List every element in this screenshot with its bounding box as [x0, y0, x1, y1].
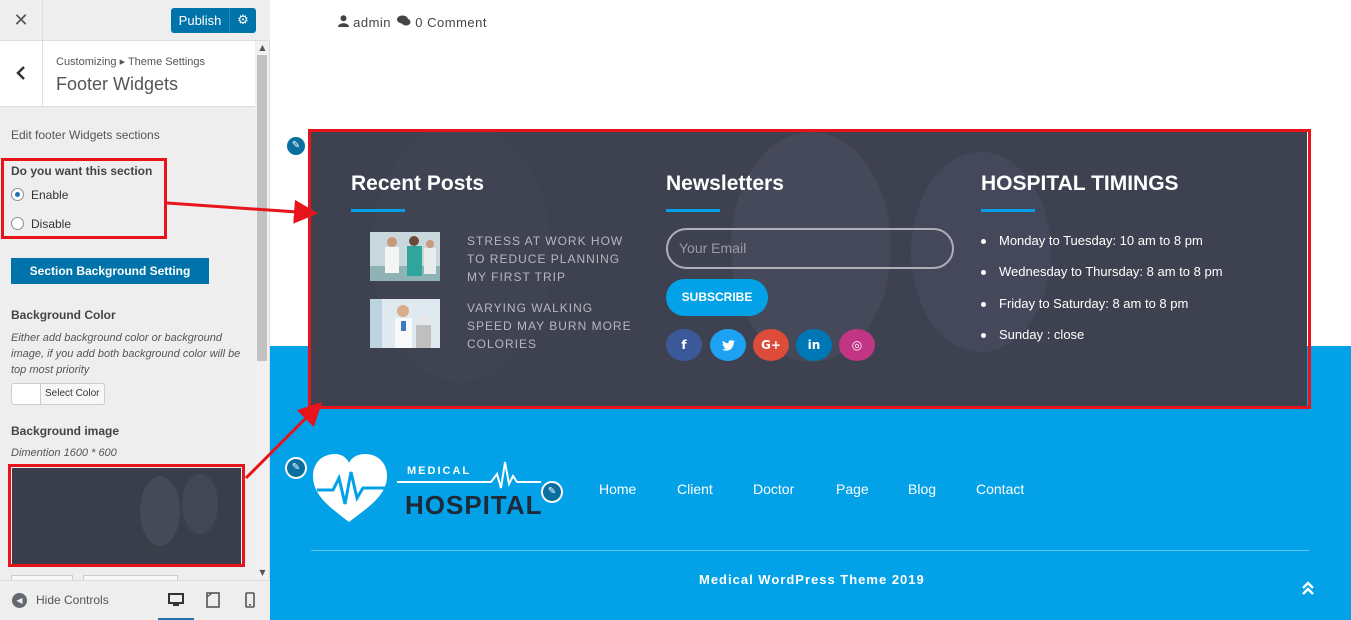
scroll-down-icon[interactable]: ▼: [256, 566, 269, 579]
nav-client[interactable]: Client: [677, 481, 713, 497]
customizer-sidebar: ✕ Publish ⚙ Customizing ▸ Theme Settings…: [0, 0, 270, 620]
scroll-up-icon[interactable]: ▲: [256, 41, 269, 54]
nav-page[interactable]: Page: [836, 481, 869, 497]
mobile-preview-icon[interactable]: [232, 581, 268, 620]
collapse-icon[interactable]: ◀: [12, 593, 27, 608]
logo-text-large: HOSPITAL: [405, 490, 543, 520]
select-color-label[interactable]: Select Color: [45, 388, 99, 399]
section-background-button[interactable]: Section Background Setting: [11, 258, 209, 284]
nav-contact[interactable]: Contact: [976, 481, 1024, 497]
section-description: Edit footer Widgets sections: [11, 128, 160, 142]
comments-link[interactable]: 0 Comment: [415, 15, 487, 30]
scroll-to-top-icon[interactable]: [1301, 580, 1315, 600]
sidebar-scrollbar[interactable]: ▲ ▼: [256, 41, 269, 579]
customizer-footer: ◀ Hide Controls: [0, 580, 270, 620]
nav-blog[interactable]: Blog: [908, 481, 936, 497]
site-logo[interactable]: MEDICAL HOSPITAL: [311, 454, 543, 526]
hide-controls-button[interactable]: Hide Controls: [36, 593, 109, 607]
highlight-box-radio: [1, 158, 167, 239]
background-color-title: Background Color: [11, 308, 116, 322]
scroll-thumb[interactable]: [257, 55, 267, 361]
edit-shortcut-icon[interactable]: ✎: [285, 457, 307, 479]
panel-header: Customizing ▸ Theme Settings Footer Widg…: [0, 41, 255, 107]
post-meta: admin 0 Comment: [338, 15, 487, 30]
user-icon: [338, 15, 349, 30]
breadcrumb: Customizing ▸ Theme Settings: [56, 56, 205, 68]
comments-icon: [397, 15, 411, 30]
customizer-topbar: ✕ Publish ⚙: [0, 0, 270, 41]
logo-text-small: MEDICAL: [407, 465, 472, 477]
tablet-preview-icon[interactable]: [195, 581, 231, 620]
desktop-preview-icon[interactable]: [158, 581, 194, 620]
highlight-box-image: [8, 464, 245, 567]
select-color-button[interactable]: Select Color: [11, 383, 105, 405]
edit-shortcut-icon[interactable]: ✎: [285, 135, 307, 157]
panel-title: Footer Widgets: [56, 74, 179, 94]
close-icon[interactable]: ✕: [0, 0, 43, 41]
footer-divider: [311, 550, 1309, 551]
author-link[interactable]: admin: [353, 15, 391, 30]
gear-icon[interactable]: ⚙: [229, 8, 256, 33]
copyright-text: Medical WordPress Theme 2019: [699, 572, 925, 587]
background-image-title: Background image: [11, 424, 120, 438]
background-color-description: Either add background color or backgroun…: [11, 332, 241, 376]
nav-doctor[interactable]: Doctor: [753, 481, 794, 497]
edit-shortcut-icon[interactable]: ✎: [541, 481, 563, 503]
nav-home[interactable]: Home: [599, 481, 636, 497]
back-icon[interactable]: [0, 41, 43, 106]
dimension-note: Dimention 1600 * 600: [11, 447, 117, 459]
publish-button[interactable]: Publish: [171, 8, 229, 33]
color-swatch[interactable]: [12, 384, 41, 404]
highlight-box-footer: [308, 129, 1311, 409]
